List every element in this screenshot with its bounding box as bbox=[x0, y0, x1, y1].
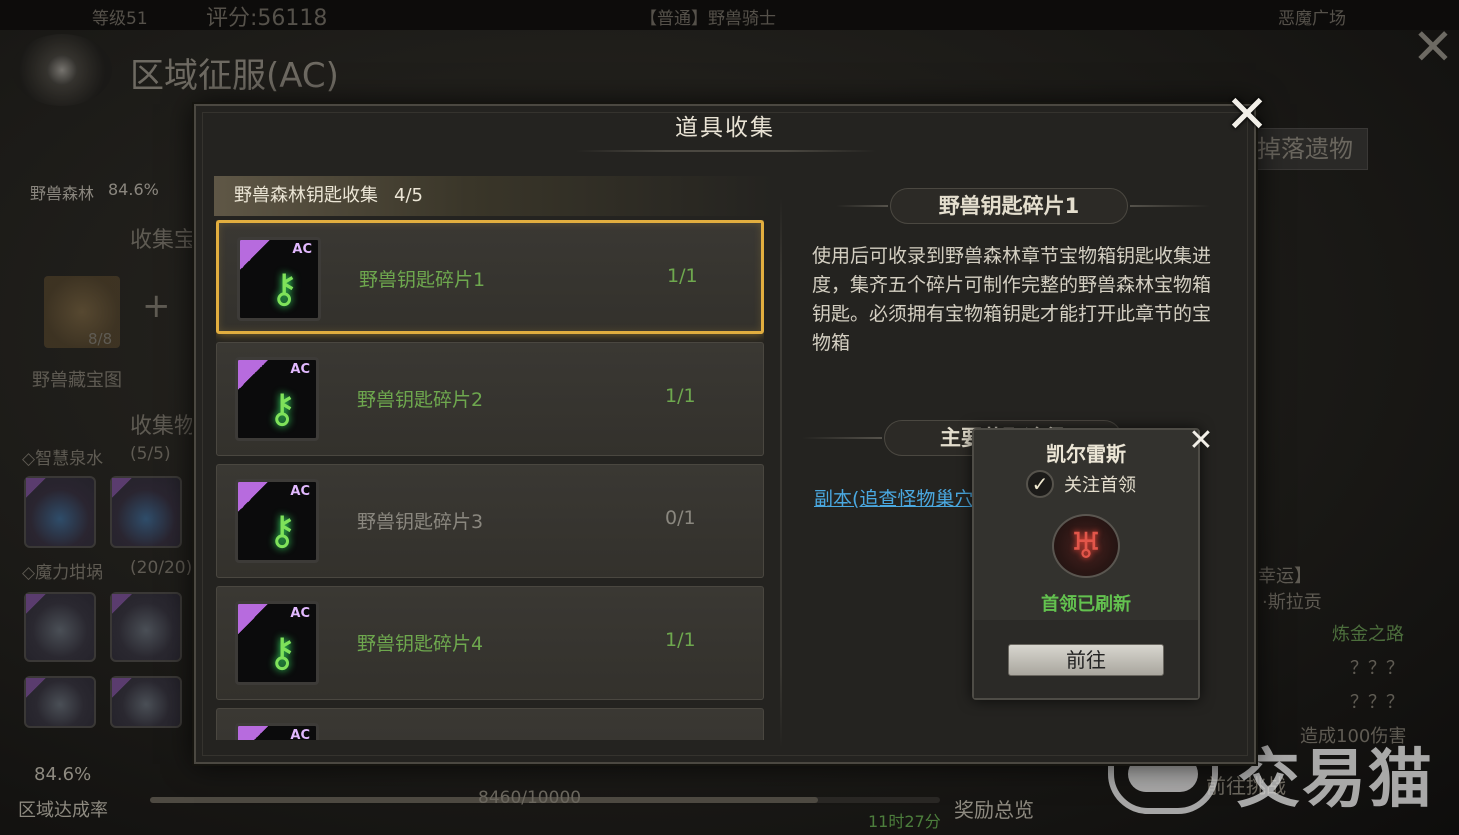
watermark-text: 交易猫 bbox=[1236, 743, 1434, 817]
title-ornament bbox=[576, 150, 876, 152]
item-quantity: 1/1 bbox=[665, 385, 696, 407]
magic-crucible-count: (20/20) bbox=[130, 558, 193, 578]
region-progress-text: 8460/10000 bbox=[478, 788, 582, 808]
potion-item-icon[interactable] bbox=[24, 476, 96, 548]
cauldron-item-icon[interactable] bbox=[110, 676, 182, 728]
boss-name: 凯尔雷斯 bbox=[1046, 442, 1126, 466]
region-title: 区域征服(AC) bbox=[130, 56, 339, 96]
item-name: 野兽钥匙碎片3 bbox=[357, 511, 484, 533]
magic-crucible-name: ◇魔力坩埚 bbox=[22, 563, 104, 583]
key-icon: ⚷ bbox=[267, 630, 297, 676]
key-fragment-icon: AC ⚷ bbox=[235, 479, 319, 563]
cauldron-item-icon[interactable] bbox=[24, 592, 96, 662]
region-emblem-icon bbox=[12, 34, 112, 106]
item-quantity: 1/1 bbox=[667, 265, 698, 287]
ornament-line bbox=[802, 437, 882, 439]
key-icon: ⚷ bbox=[269, 266, 299, 312]
list-item[interactable]: AC ⚷ 野兽钥匙碎片4 1/1 bbox=[216, 586, 764, 700]
key-fragment-icon: AC ⚷ bbox=[235, 601, 319, 685]
region-rate-value: 84.6% bbox=[34, 764, 92, 785]
ac-badge: AC bbox=[292, 242, 312, 257]
wisdom-spring-count: (5/5) bbox=[130, 444, 171, 464]
alchemy-label: 炼金之路 bbox=[1332, 624, 1404, 645]
boss-portrait: ♅ bbox=[1052, 514, 1120, 578]
ornament-line bbox=[836, 205, 888, 207]
list-item[interactable]: AC⚷ bbox=[216, 708, 764, 740]
top-status-bar: 等级51 评分:56118 【普通】野兽骑士 恶魔广场 bbox=[0, 0, 1459, 31]
collect-treasure-label: 收集宝 bbox=[130, 228, 197, 253]
item-name: 野兽钥匙碎片4 bbox=[357, 633, 484, 655]
panel-divider bbox=[780, 198, 782, 748]
unknown-label-2: ？？？ bbox=[1350, 692, 1404, 713]
key-icon: ⚷ bbox=[267, 508, 297, 554]
current-quest: 【普通】野兽骑士 bbox=[640, 9, 776, 29]
ac-badge: AC bbox=[290, 362, 310, 377]
list-item[interactable]: AC ⚷ 野兽钥匙碎片3 0/1 bbox=[216, 464, 764, 578]
treasure-map-count: 8/8 bbox=[88, 330, 113, 348]
timer-text: 11时27分 bbox=[868, 812, 941, 831]
item-quantity: 0/1 bbox=[665, 507, 696, 529]
checkmark-icon: ✓ bbox=[1026, 470, 1054, 498]
silacon-label: ·斯拉贡 bbox=[1262, 592, 1322, 613]
key-fragment-icon: AC ⚷ bbox=[235, 357, 319, 441]
item-list[interactable]: AC ⚷ 野兽钥匙碎片1 1/1 AC ⚷ 野兽钥匙碎片2 1/1 AC ⚷ 野兽钥匙… bbox=[216, 220, 764, 740]
go-to-button[interactable]: 前往 bbox=[1008, 644, 1164, 676]
ornament-line bbox=[1130, 205, 1210, 207]
player-score: 评分:56118 bbox=[206, 6, 328, 31]
detail-title: 野兽钥匙碎片1 bbox=[890, 188, 1128, 224]
ac-badge: AC bbox=[290, 728, 310, 740]
forest-progress-name: 野兽森林 bbox=[30, 184, 95, 203]
key-icon: ⚷ bbox=[267, 386, 297, 432]
plus-icon: + bbox=[142, 286, 171, 326]
rewards-overview-button[interactable]: 奖励总览 bbox=[954, 794, 1034, 823]
follow-boss-checkbox[interactable]: ✓ 关注首领 bbox=[1026, 470, 1136, 498]
item-name: 野兽钥匙碎片1 bbox=[359, 269, 486, 291]
group-name: 野兽森林钥匙收集 bbox=[234, 185, 378, 206]
source-link[interactable]: 副本(追查怪物巢穴) bbox=[814, 484, 981, 511]
ac-badge: AC bbox=[290, 606, 310, 621]
player-level: 等级51 bbox=[92, 9, 148, 29]
follow-boss-label: 关注首领 bbox=[1064, 475, 1136, 496]
close-icon[interactable]: ✕ bbox=[1410, 22, 1456, 72]
item-quantity: 1/1 bbox=[665, 629, 696, 651]
key-fragment-icon: AC ⚷ bbox=[237, 237, 321, 321]
region-rate-label: 区域达成率 bbox=[18, 800, 108, 821]
wisdom-spring-name: ◇智慧泉水 bbox=[22, 449, 104, 469]
tab-drop-relics-label: 掉落遗物 bbox=[1257, 135, 1353, 163]
key-fragment-icon: AC⚷ bbox=[235, 723, 319, 740]
group-count: 4/5 bbox=[394, 185, 423, 206]
list-item[interactable]: AC ⚷ 野兽钥匙碎片2 1/1 bbox=[216, 342, 764, 456]
treasure-map-name: 野兽藏宝图 bbox=[32, 370, 122, 391]
tab-drop-relics[interactable]: 掉落遗物 bbox=[1256, 128, 1368, 170]
cauldron-item-icon[interactable] bbox=[24, 676, 96, 728]
forest-progress-percent: 84.6% bbox=[108, 180, 159, 199]
close-icon[interactable]: ✕ bbox=[1224, 89, 1270, 141]
luck-label: 幸运】 bbox=[1258, 566, 1312, 587]
group-header: 野兽森林钥匙收集 4/5 bbox=[214, 176, 774, 216]
unknown-label-1: ？？？ bbox=[1350, 658, 1404, 679]
potion-item-icon[interactable] bbox=[110, 476, 182, 548]
current-location: 恶魔广场 bbox=[1278, 9, 1346, 29]
modal-title: 道具收集 bbox=[675, 115, 775, 141]
item-name: 野兽钥匙碎片2 bbox=[357, 389, 484, 411]
boss-status: 首领已刷新 bbox=[1041, 594, 1131, 615]
list-item[interactable]: AC ⚷ 野兽钥匙碎片1 1/1 bbox=[216, 220, 764, 334]
item-description: 使用后可收录到野兽森林章节宝物箱钥匙收集进度，集齐五个碎片可制作完整的野兽森林宝… bbox=[812, 245, 1212, 354]
cauldron-item-icon[interactable] bbox=[110, 592, 182, 662]
ac-badge: AC bbox=[290, 484, 310, 499]
collect-items-label: 收集物 bbox=[130, 414, 197, 439]
close-icon[interactable]: ✕ bbox=[1184, 424, 1218, 458]
boss-popup: 凯尔雷斯 ✕ ✓ 关注首领 ♅ 首领已刷新 前往 bbox=[972, 424, 1214, 700]
demon-head-icon: ♅ bbox=[1069, 526, 1103, 567]
